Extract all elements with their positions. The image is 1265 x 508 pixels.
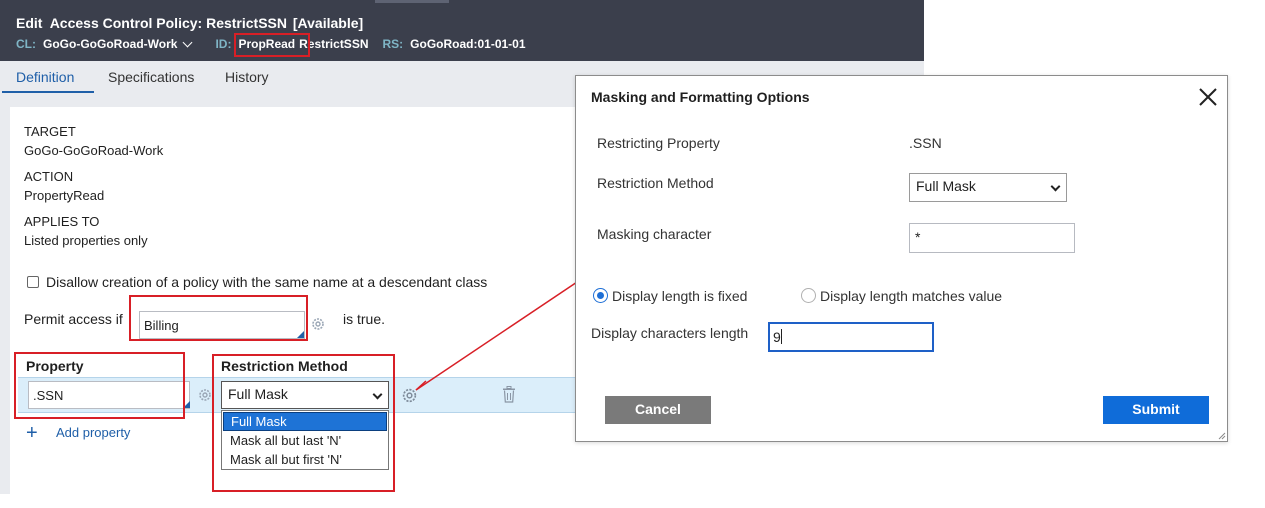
gear-icon[interactable] bbox=[310, 316, 326, 332]
display-chars-length-input[interactable]: 9 bbox=[768, 322, 934, 352]
dropdown-option[interactable]: Mask all but first 'N' bbox=[223, 451, 387, 470]
permit-when-field[interactable]: Billing bbox=[139, 311, 305, 339]
display-length-fixed-radio[interactable] bbox=[593, 288, 608, 303]
modal-restriction-method-select[interactable]: Full Mask bbox=[909, 173, 1067, 202]
chevron-down-icon bbox=[1050, 181, 1061, 192]
close-icon[interactable] bbox=[1198, 87, 1218, 107]
cl-value[interactable]: GoGo-GoGoRoad-Work bbox=[43, 37, 177, 51]
masking-character-value: * bbox=[915, 229, 921, 245]
rs-label: RS: bbox=[382, 37, 404, 51]
display-length-fixed-label: Display length is fixed bbox=[612, 288, 748, 304]
rs-value: GoGoRoad:01-01-01 bbox=[410, 37, 526, 51]
modal-restriction-method-value: Full Mask bbox=[916, 178, 976, 194]
text-cursor bbox=[780, 329, 782, 344]
masking-character-input[interactable]: * bbox=[909, 223, 1075, 253]
restricting-property-label: Restricting Property bbox=[597, 135, 720, 151]
action-label: ACTION bbox=[24, 169, 74, 184]
rule-status: [Available] bbox=[292, 15, 364, 31]
rule-title: Edit Access Control Policy: RestrictSSN … bbox=[16, 15, 363, 31]
tab-definition[interactable]: Definition bbox=[16, 69, 74, 85]
display-chars-length-label: Display characters length bbox=[591, 325, 749, 341]
masking-character-label: Masking character bbox=[597, 226, 712, 242]
header-accent bbox=[375, 0, 449, 3]
restricting-property-value: .SSN bbox=[909, 135, 942, 151]
masking-options-dialog: Masking and Formatting Options Restricti… bbox=[575, 75, 1228, 442]
restriction-method-value: Full Mask bbox=[228, 386, 288, 402]
resize-grip-icon[interactable] bbox=[1217, 431, 1226, 440]
cancel-button[interactable]: Cancel bbox=[605, 396, 711, 424]
permit-label: Permit access if bbox=[24, 311, 123, 327]
active-tab-indicator bbox=[2, 91, 94, 93]
property-column-header: Property bbox=[26, 358, 84, 374]
permit-suffix: is true. bbox=[343, 311, 386, 327]
rule-title-text: Edit Access Control Policy: RestrictSSN bbox=[16, 15, 287, 31]
property-input-value: .SSN bbox=[33, 388, 64, 403]
permit-when-value: Billing bbox=[144, 318, 179, 333]
dropdown-option[interactable]: Full Mask bbox=[223, 412, 387, 431]
cl-label: CL: bbox=[16, 37, 36, 51]
action-value: PropertyRead bbox=[24, 188, 105, 203]
restriction-method-select[interactable]: Full Mask bbox=[221, 381, 389, 409]
chevron-down-icon[interactable] bbox=[182, 37, 193, 47]
tab-specifications[interactable]: Specifications bbox=[108, 69, 194, 85]
restriction-method-label: Restriction Method bbox=[597, 175, 714, 191]
trash-icon[interactable] bbox=[502, 386, 516, 403]
dropdown-option[interactable]: Mask all but last 'N' bbox=[223, 432, 387, 451]
field-corner-icon bbox=[297, 331, 304, 338]
applies-to-value: Listed properties only bbox=[24, 233, 148, 248]
restriction-method-dropdown: Full Mask Mask all but last 'N' Mask all… bbox=[221, 410, 389, 470]
rule-meta: CL: GoGo-GoGoRoad-Work ID: PropRead Rest… bbox=[16, 37, 526, 51]
restriction-column-header: Restriction Method bbox=[221, 358, 348, 374]
field-corner-icon bbox=[183, 401, 190, 408]
chevron-down-icon bbox=[372, 389, 383, 400]
tab-history[interactable]: History bbox=[225, 69, 269, 85]
gear-icon[interactable] bbox=[401, 387, 417, 403]
dialog-title: Masking and Formatting Options bbox=[591, 89, 810, 105]
property-input[interactable]: .SSN bbox=[28, 381, 190, 409]
target-value: GoGo-GoGoRoad-Work bbox=[24, 143, 164, 158]
disallow-checkbox[interactable] bbox=[27, 276, 39, 288]
target-label: TARGET bbox=[24, 124, 76, 139]
add-property-link[interactable]: Add property bbox=[56, 425, 130, 440]
id-value: PropRead bbox=[238, 37, 296, 51]
id-rule-name: RestrictSSN bbox=[299, 37, 369, 51]
disallow-label: Disallow creation of a policy with the s… bbox=[46, 274, 488, 290]
id-label: ID: bbox=[215, 37, 232, 51]
gear-icon[interactable] bbox=[197, 387, 213, 403]
rule-header: Edit Access Control Policy: RestrictSSN … bbox=[0, 0, 924, 61]
plus-icon[interactable]: + bbox=[26, 423, 38, 443]
display-length-matches-radio[interactable] bbox=[801, 288, 816, 303]
screen: Edit Access Control Policy: RestrictSSN … bbox=[0, 0, 1265, 508]
submit-button[interactable]: Submit bbox=[1103, 396, 1209, 424]
display-length-matches-label: Display length matches value bbox=[820, 288, 1003, 304]
applies-to-label: APPLIES TO bbox=[24, 214, 100, 229]
display-chars-length-value: 9 bbox=[773, 329, 781, 345]
